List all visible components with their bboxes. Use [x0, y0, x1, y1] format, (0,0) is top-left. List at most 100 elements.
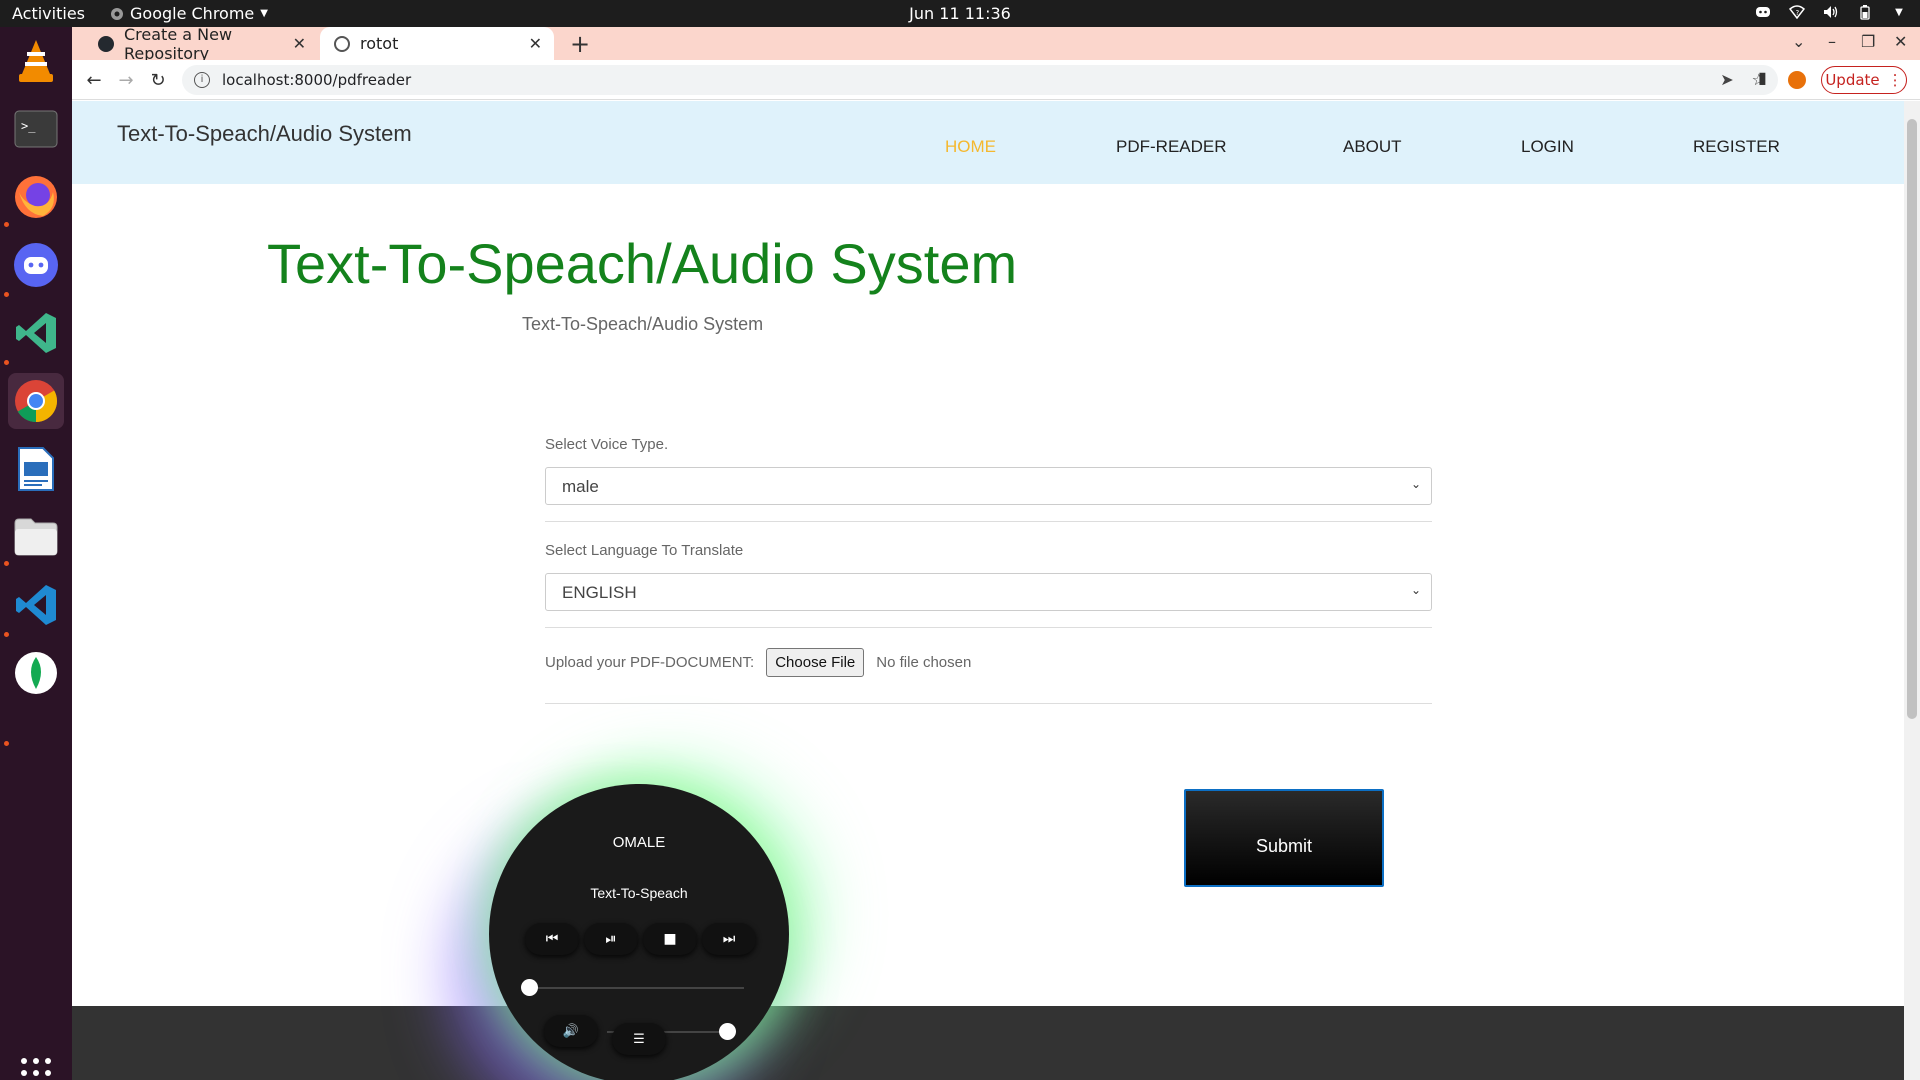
running-indicator	[4, 360, 9, 365]
language-select[interactable]: ENGLISH ⌄	[545, 573, 1432, 611]
page-viewport: Text-To-Speach/Audio System HOME PDF-REA…	[72, 101, 1904, 1080]
minimize-icon[interactable]: –	[1828, 32, 1836, 51]
chevron-down-icon: ⌄	[1410, 477, 1421, 491]
stop-icon: ■	[663, 931, 677, 947]
skip-forward-icon: ⏭	[722, 931, 736, 947]
firefox-icon[interactable]	[8, 169, 64, 225]
language-value: ENGLISH	[562, 583, 637, 602]
voice-type-label: Select Voice Type.	[545, 436, 669, 453]
terminal-icon[interactable]: >_	[8, 101, 64, 157]
back-icon[interactable]: ←	[82, 68, 106, 92]
svg-text:>_: >_	[21, 119, 36, 133]
tab-github[interactable]: Create a New Repository ✕	[84, 24, 318, 63]
upload-row: Upload your PDF-DOCUMENT: Choose File No…	[545, 648, 1432, 677]
show-apps-icon[interactable]	[8, 1045, 64, 1080]
nav-about[interactable]: ABOUT	[1343, 137, 1402, 157]
player-artist: OMALE	[612, 834, 666, 851]
chrome-window: Create a New Repository ✕ rotot ✕ + ⌄ – …	[72, 24, 1920, 1080]
forward-icon[interactable]: →	[114, 68, 138, 92]
discord-icon[interactable]	[8, 237, 64, 293]
svg-text:?: ?	[1796, 9, 1800, 17]
file-status: No file chosen	[876, 654, 972, 671]
running-indicator	[4, 292, 9, 297]
volume-icon[interactable]	[1822, 3, 1840, 21]
profile-avatar-icon[interactable]	[1788, 71, 1806, 89]
address-bar[interactable]: i localhost:8000/pdfreader ➤ ☆	[182, 65, 1778, 95]
voice-type-value: male	[562, 477, 599, 496]
maximize-icon[interactable]: ❐	[1861, 32, 1875, 51]
vscode-insiders-icon[interactable]	[8, 577, 64, 633]
dock: >_	[0, 27, 72, 1080]
upload-label: Upload your PDF-DOCUMENT:	[545, 654, 755, 671]
nav-home[interactable]: HOME	[945, 137, 996, 157]
player-track-title: Text-To-Speach	[590, 885, 688, 901]
previous-button[interactable]: ⏮	[525, 923, 579, 955]
nav-register[interactable]: REGISTER	[1693, 137, 1780, 157]
new-tab-icon[interactable]: +	[570, 30, 590, 58]
submit-button[interactable]: Submit	[1184, 789, 1384, 887]
browser-toolbar: ← → ↻ i localhost:8000/pdfreader ➤ ☆ ▮ U…	[72, 60, 1920, 100]
volume-knob[interactable]	[719, 1023, 736, 1040]
choose-file-button[interactable]: Choose File	[766, 648, 865, 677]
close-tab-icon[interactable]: ✕	[529, 34, 542, 53]
nav-login[interactable]: LOGIN	[1521, 137, 1574, 157]
battery-icon[interactable]	[1856, 3, 1874, 21]
page-title: Text-To-Speach/Audio System	[267, 232, 1018, 295]
page-subtitle: Text-To-Speach/Audio System	[522, 314, 764, 334]
tab-strip: Create a New Repository ✕ rotot ✕ + ⌄ – …	[72, 24, 1920, 63]
audio-player: OMALE Text-To-Speach ⏮ ⏯ ■ ⏭ 🔊 ☰	[489, 784, 789, 1080]
running-indicator	[4, 222, 9, 227]
site-info-icon[interactable]: i	[194, 72, 210, 88]
progress-track[interactable]	[529, 987, 744, 989]
site-footer	[72, 1006, 1904, 1080]
update-label: Update	[1825, 71, 1880, 89]
tab-rotot[interactable]: rotot ✕	[320, 27, 554, 60]
play-pause-button[interactable]: ⏯	[584, 923, 638, 955]
volume-button[interactable]: 🔊	[544, 1015, 598, 1047]
running-indicator	[4, 741, 9, 746]
update-button[interactable]: Update ⋮	[1821, 66, 1907, 94]
progress-knob[interactable]	[521, 979, 538, 996]
tts-form: Select Voice Type. male ⌄ Select Languag…	[545, 436, 1432, 724]
language-label: Select Language To Translate	[545, 542, 744, 559]
vlc-icon[interactable]	[8, 33, 64, 89]
site-navbar: Text-To-Speach/Audio System HOME PDF-REA…	[72, 101, 1904, 184]
url-text[interactable]: localhost:8000/pdfreader	[222, 71, 411, 89]
divider	[545, 521, 1432, 522]
github-icon	[98, 35, 114, 52]
chevron-down-icon: ⌄	[1410, 583, 1421, 597]
running-indicator	[4, 632, 9, 637]
running-indicator	[4, 561, 9, 566]
page-scrollbar[interactable]	[1904, 101, 1920, 1080]
vscode-icon[interactable]	[8, 305, 64, 361]
system-top-bar: Activities Google Chrome ▼ Jun 11 11:36 …	[0, 0, 1920, 27]
scrollbar-thumb[interactable]	[1907, 119, 1917, 719]
discord-tray-icon[interactable]	[1754, 3, 1772, 21]
writer-icon[interactable]	[8, 441, 64, 497]
side-panel-icon[interactable]: ▮	[1758, 68, 1767, 87]
playlist-button[interactable]: ☰	[612, 1023, 666, 1055]
stop-button[interactable]: ■	[643, 923, 697, 955]
tab-title: Create a New Repository	[124, 24, 233, 63]
send-icon[interactable]: ➤	[1720, 70, 1733, 89]
mongodb-compass-icon[interactable]	[8, 645, 64, 701]
system-tray[interactable]: ? ▼	[1754, 3, 1908, 21]
nav-pdf-reader[interactable]: PDF-READER	[1116, 137, 1227, 157]
speaker-icon: 🔊	[562, 1023, 580, 1039]
close-tab-icon[interactable]: ✕	[293, 34, 306, 53]
voice-type-select[interactable]: male ⌄	[545, 467, 1432, 505]
divider	[545, 627, 1432, 628]
tab-search-icon[interactable]: ⌄	[1792, 32, 1805, 51]
clock[interactable]: Jun 11 11:36	[0, 4, 1920, 23]
files-icon[interactable]	[8, 509, 64, 565]
close-window-icon[interactable]: ✕	[1894, 32, 1907, 51]
system-menu-caret-icon[interactable]: ▼	[1890, 3, 1908, 21]
reload-icon[interactable]: ↻	[146, 68, 170, 92]
chrome-icon[interactable]	[8, 373, 64, 429]
network-icon[interactable]: ?	[1788, 3, 1806, 21]
site-brand[interactable]: Text-To-Speach/Audio System	[117, 121, 412, 147]
kebab-menu-icon: ⋮	[1887, 71, 1903, 89]
play-pause-icon: ⏯	[605, 931, 617, 947]
divider	[545, 703, 1432, 704]
next-button[interactable]: ⏭	[702, 923, 756, 955]
